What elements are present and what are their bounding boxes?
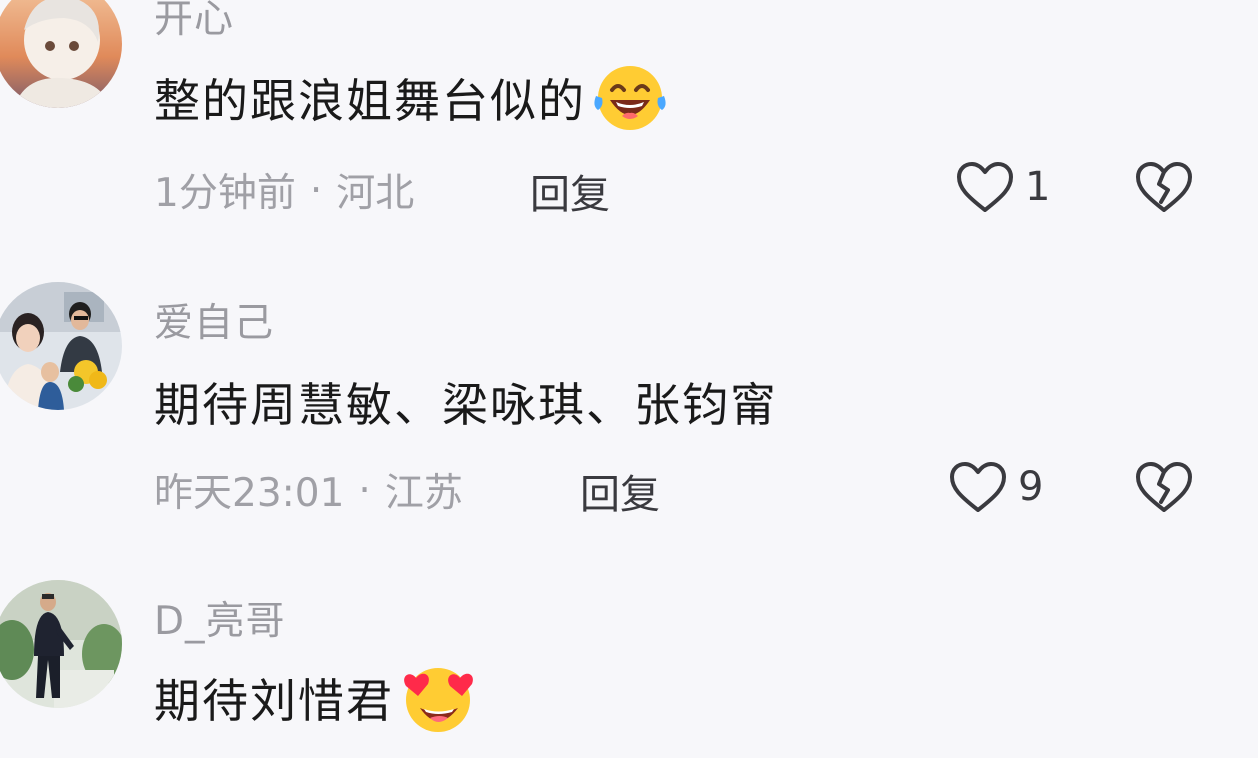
heart-eyes-emoji (396, 656, 480, 740)
avatar[interactable] (0, 282, 122, 410)
meta-separator: · (309, 167, 323, 213)
suit-man-avatar-image (0, 580, 122, 708)
comment-meta: 1分钟前 · 河北 (154, 162, 414, 218)
avatar[interactable] (0, 0, 122, 108)
comment-list: 开心 整的跟浪姐舞台似的 1分钟前 · 河北 回复 1 爱自己 期待周慧敏、梁咏… (0, 0, 1258, 758)
comment-location: 江苏 (384, 471, 463, 516)
comment-location: 河北 (336, 171, 415, 216)
dislike-button[interactable] (1134, 460, 1194, 514)
broken-heart-icon (1134, 160, 1194, 214)
comment-meta: 昨天23:01 · 江苏 (154, 462, 463, 518)
reply-button[interactable]: 回复 (530, 162, 610, 220)
comment-time: 昨天23:01 (154, 471, 345, 516)
reply-button[interactable]: 回复 (580, 462, 660, 520)
comment-text-body: 期待刘惜君 (154, 674, 394, 728)
comment-text: 期待刘惜君 (154, 656, 480, 740)
meta-separator: · (358, 467, 371, 513)
family-photo-avatar-image (0, 282, 122, 410)
anime-avatar-image (0, 0, 122, 108)
comment-text-body: 期待周慧敏、梁咏琪、张钧甯 (154, 378, 778, 432)
comment-text: 期待周慧敏、梁咏琪、张钧甯 (154, 360, 778, 444)
like-count: 9 (1018, 464, 1044, 510)
like-button[interactable]: 9 (948, 460, 1043, 514)
like-count: 1 (1025, 164, 1051, 210)
heart-outline-icon (948, 460, 1008, 514)
comment-username[interactable]: 爱自己 (154, 292, 274, 348)
comment-username[interactable]: D_亮哥 (154, 590, 286, 646)
avatar[interactable] (0, 580, 122, 708)
comment-time: 1分钟前 (154, 171, 296, 216)
like-button[interactable]: 1 (955, 160, 1050, 214)
dislike-button[interactable] (1134, 160, 1194, 214)
laughing-tears-emoji (588, 56, 672, 140)
heart-outline-icon (955, 160, 1015, 214)
comment-text: 整的跟浪姐舞台似的 (154, 56, 672, 140)
comment-username[interactable]: 开心 (154, 0, 234, 44)
broken-heart-icon (1134, 460, 1194, 514)
comment-text-body: 整的跟浪姐舞台似的 (154, 74, 586, 128)
